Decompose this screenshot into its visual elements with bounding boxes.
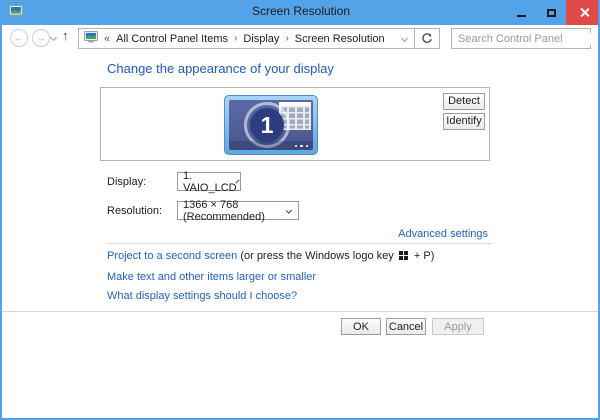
breadcrumb-item-screen-resolution[interactable]: Screen Resolution <box>295 33 385 45</box>
address-location-icon <box>84 31 98 46</box>
address-dropdown-chevron-icon[interactable] <box>394 29 414 48</box>
up-button[interactable]: ↑ <box>62 28 69 43</box>
titlebar: Screen Resolution <box>2 0 598 25</box>
monitor-screen: 1 <box>229 100 313 150</box>
close-button[interactable] <box>566 0 598 25</box>
display-help-row: What display settings should I choose? <box>107 290 297 302</box>
display-settings-help-link[interactable]: What display settings should I choose? <box>107 290 297 302</box>
footer-divider <box>2 311 598 312</box>
minimize-icon <box>516 14 526 17</box>
forward-button[interactable]: → <box>32 29 50 47</box>
back-button[interactable]: ← <box>10 29 28 47</box>
resolution-dropdown[interactable]: 1366 × 768 (Recommended) <box>177 198 299 223</box>
breadcrumb-prefix: « <box>104 32 111 45</box>
windows-logo-key-icon <box>398 251 409 260</box>
chevron-down-icon <box>285 207 293 214</box>
monitor-preview-panel: 1 Detect Identify <box>100 87 490 161</box>
project-second-screen-row: Project to a second screen (or press the… <box>107 250 434 262</box>
navigation-bar: ← → ↑ « All Control Panel Items › Displa… <box>2 25 598 55</box>
address-bar[interactable]: « All Control Panel Items › Display › Sc… <box>78 28 440 49</box>
breadcrumb-item-control-panel[interactable]: All Control Panel Items <box>116 33 228 45</box>
monitor-1-graphic[interactable]: 1 <box>224 95 318 155</box>
page-title: Change the appearance of your display <box>107 61 334 76</box>
display-label: Display: <box>107 176 147 188</box>
make-text-larger-row: Make text and other items larger or smal… <box>107 271 316 283</box>
refresh-icon <box>422 32 432 43</box>
ellipsis-dots-icon <box>294 144 308 147</box>
monitor-taskbar <box>229 141 313 150</box>
make-text-larger-link[interactable]: Make text and other items larger or smal… <box>107 271 316 283</box>
breadcrumb-separator-icon: › <box>285 33 289 44</box>
recent-pages-chevron-icon[interactable] <box>49 33 58 42</box>
apply-button[interactable]: Apply <box>432 318 484 335</box>
screen-resolution-window: Screen Resolution ← → ↑ « All Control Pa… <box>0 0 600 420</box>
detect-button[interactable]: Detect <box>443 93 485 110</box>
close-icon <box>579 7 590 18</box>
advanced-settings-link[interactable]: Advanced settings <box>398 228 488 240</box>
display-dropdown[interactable]: 1. VAIO_LCD <box>177 169 241 194</box>
breadcrumb-item-display[interactable]: Display <box>243 33 279 45</box>
ok-button[interactable]: OK <box>341 318 381 335</box>
breadcrumb-separator-icon: › <box>234 33 238 44</box>
resolution-dropdown-value: 1366 × 768 (Recommended) <box>183 198 265 223</box>
identify-button[interactable]: Identify <box>443 113 485 130</box>
monitor-number: 1 <box>250 108 284 142</box>
search-input[interactable] <box>452 32 598 45</box>
search-box <box>451 28 598 49</box>
project-suffix-post: + P) <box>413 250 435 262</box>
refresh-button[interactable] <box>414 29 439 48</box>
project-second-screen-link[interactable]: Project to a second screen <box>107 250 237 262</box>
maximize-button[interactable] <box>536 0 566 25</box>
maximize-icon <box>546 8 556 17</box>
minimize-button[interactable] <box>506 0 536 25</box>
display-dropdown-value: 1. VAIO_LCD <box>183 169 237 194</box>
resolution-label: Resolution: <box>107 205 163 217</box>
cancel-button[interactable]: Cancel <box>386 318 426 335</box>
divider <box>107 243 492 244</box>
project-suffix-pre: (or press the Windows logo key <box>240 250 394 262</box>
